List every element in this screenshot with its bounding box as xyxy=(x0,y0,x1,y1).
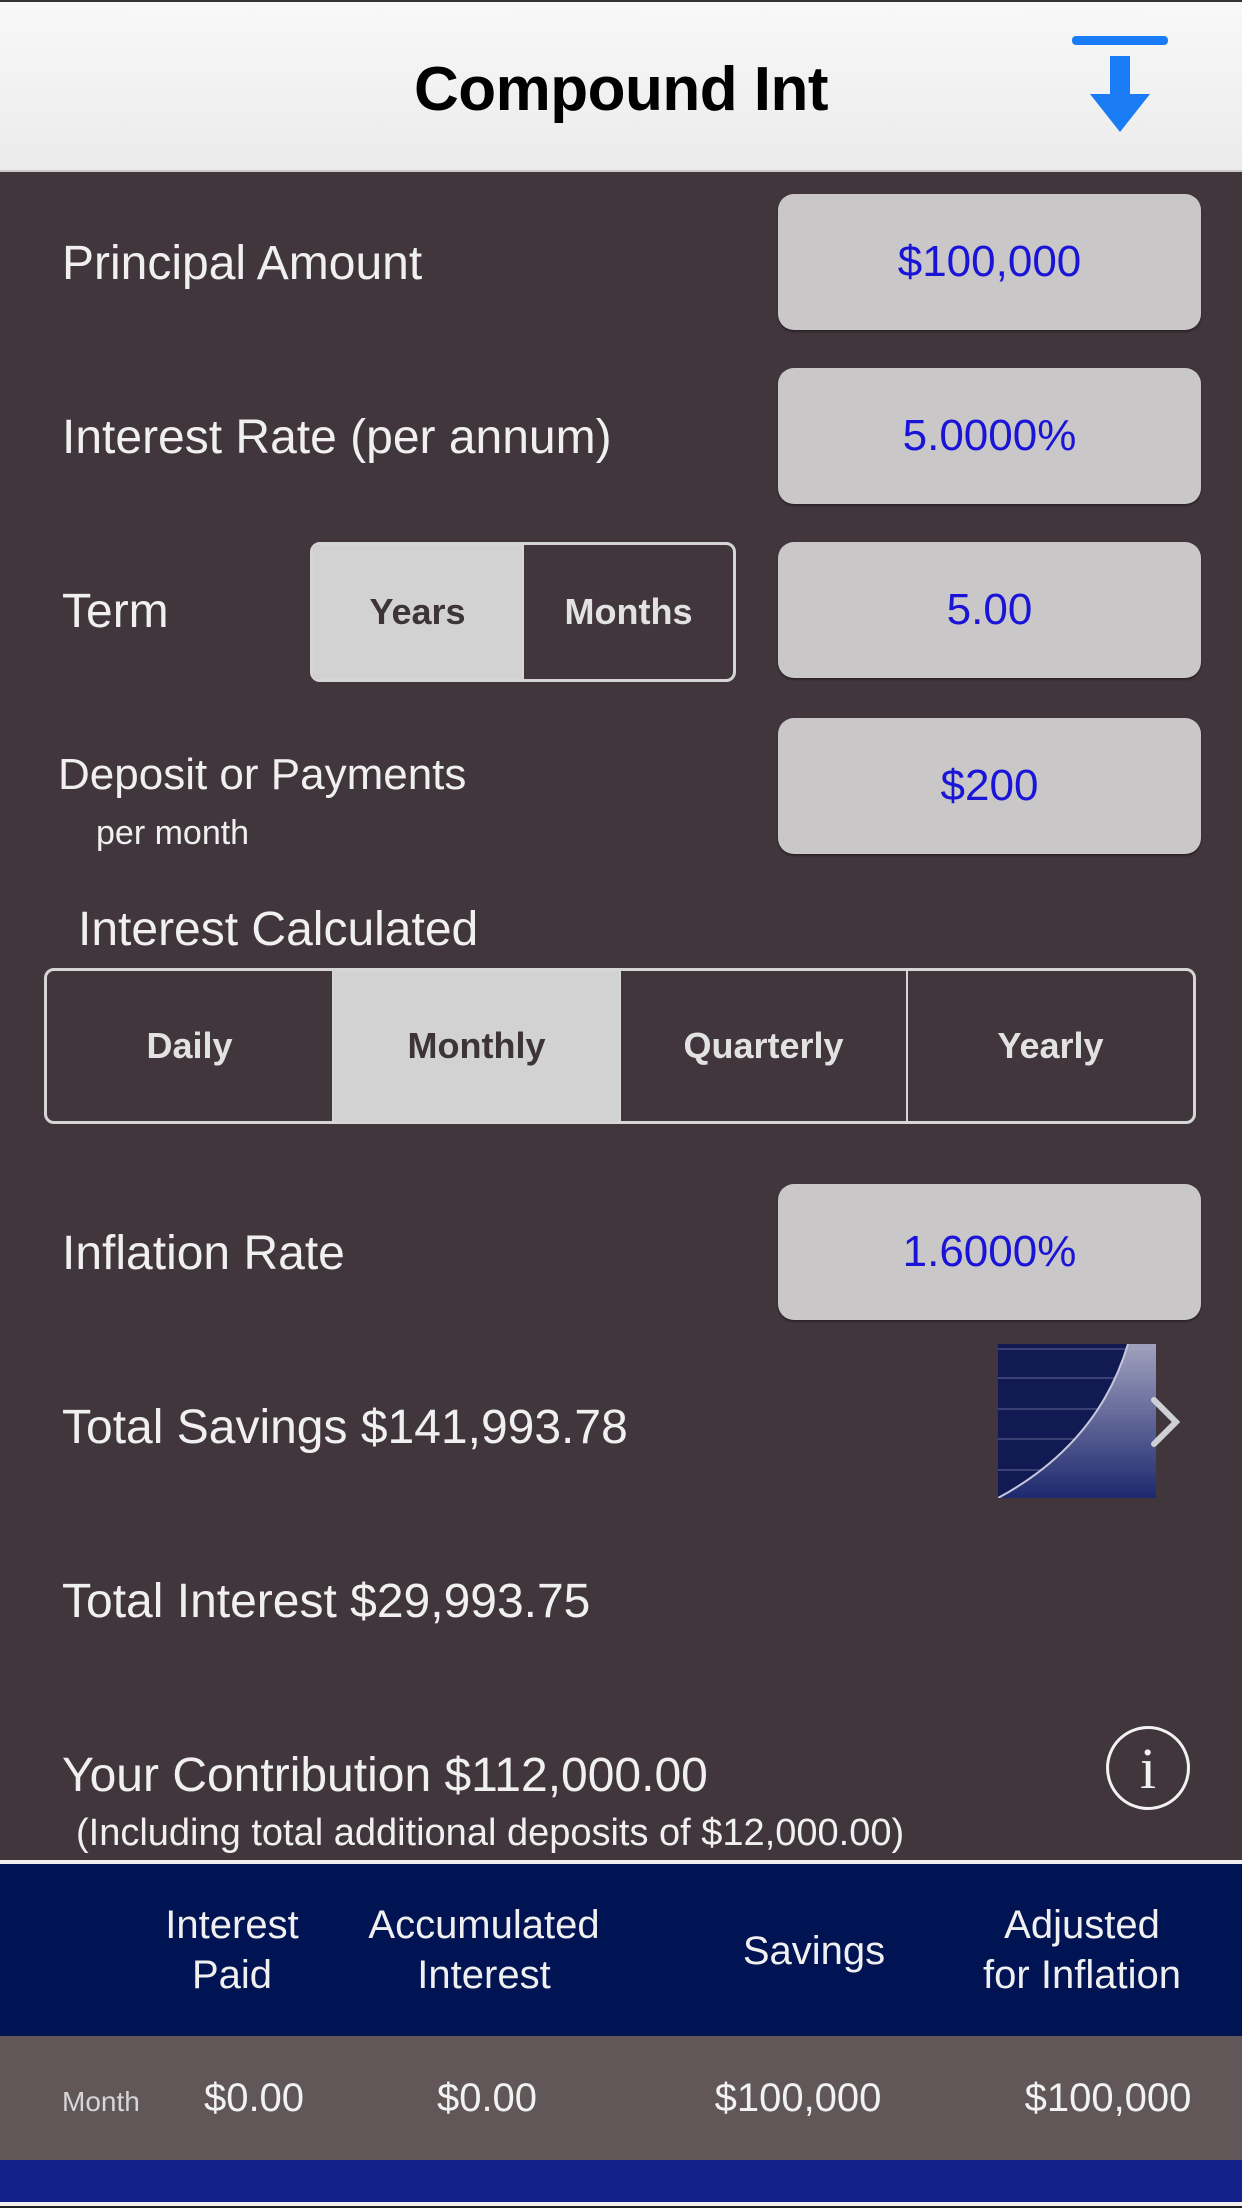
chart-thumbnail-button[interactable] xyxy=(997,1343,1156,1499)
chevron-right-icon[interactable] xyxy=(1150,1396,1180,1448)
cell-savings: $100,000 xyxy=(714,2076,882,2120)
cell-interest-paid: $0.00 xyxy=(203,2076,305,2120)
column-header-adjusted-for-inflation[interactable]: Adjusted for Inflation xyxy=(983,1900,1181,2000)
row-period-label: Month xyxy=(62,2086,140,2117)
compounding-yearly[interactable]: Yearly xyxy=(906,971,1193,1121)
interest-calculated-label: Interest Calculated xyxy=(78,903,479,956)
term-unit-segmented-control: Years Months xyxy=(310,542,736,682)
bottom-edge xyxy=(0,2202,1242,2208)
interest-rate-label: Interest Rate (per annum) xyxy=(62,411,612,464)
deposit-frequency-label: per month xyxy=(96,814,250,852)
term-unit-months[interactable]: Months xyxy=(522,545,733,679)
your-contribution-text: Your Contribution $112,000.00 xyxy=(62,1749,708,1802)
principal-field[interactable]: $100,000 xyxy=(778,194,1201,330)
total-savings-text: Total Savings $141,993.78 xyxy=(62,1401,628,1454)
page-title: Compound Int xyxy=(413,55,829,124)
inflation-rate-field[interactable]: 1.6000% xyxy=(778,1184,1201,1320)
info-icon: i xyxy=(1139,1735,1157,1801)
export-button[interactable] xyxy=(1070,32,1170,138)
interest-rate-field[interactable]: 5.0000% xyxy=(778,368,1201,504)
column-header-savings[interactable]: Savings xyxy=(743,1926,885,1976)
table-row[interactable]: Month $0.00 $0.00 $100,000 $100,000 xyxy=(0,2036,1242,2160)
compounding-daily[interactable]: Daily xyxy=(47,971,332,1121)
term-label: Term xyxy=(62,585,169,638)
term-unit-years[interactable]: Years xyxy=(313,545,522,679)
download-to-top-icon xyxy=(1072,36,1168,132)
table-header: Interest Paid Accumulated Interest Savin… xyxy=(0,1864,1242,2036)
compounding-monthly[interactable]: Monthly xyxy=(332,971,619,1121)
cell-accumulated-interest: $0.00 xyxy=(436,2076,538,2120)
cell-adjusted-for-inflation: $100,000 xyxy=(1024,2076,1192,2120)
column-header-accumulated-interest[interactable]: Accumulated Interest xyxy=(368,1900,599,2000)
contribution-note: (Including total additional deposits of … xyxy=(76,1812,905,1854)
table-next-row-partial xyxy=(0,2160,1242,2202)
navigation-bar: Compound Int xyxy=(0,0,1242,172)
compounding-quarterly[interactable]: Quarterly xyxy=(619,971,906,1121)
total-interest-text: Total Interest $29,993.75 xyxy=(62,1575,591,1628)
term-field[interactable]: 5.00 xyxy=(778,542,1201,678)
compounding-frequency-segmented-control: Daily Monthly Quarterly Yearly xyxy=(44,968,1196,1124)
principal-label: Principal Amount xyxy=(62,237,423,290)
deposit-field[interactable]: $200 xyxy=(778,718,1201,854)
inflation-rate-label: Inflation Rate xyxy=(62,1227,345,1280)
info-button[interactable]: i xyxy=(1106,1726,1190,1810)
deposit-label: Deposit or Payments xyxy=(58,750,467,799)
growth-chart-icon xyxy=(997,1343,1156,1499)
column-header-interest-paid[interactable]: Interest Paid xyxy=(165,1900,298,2000)
